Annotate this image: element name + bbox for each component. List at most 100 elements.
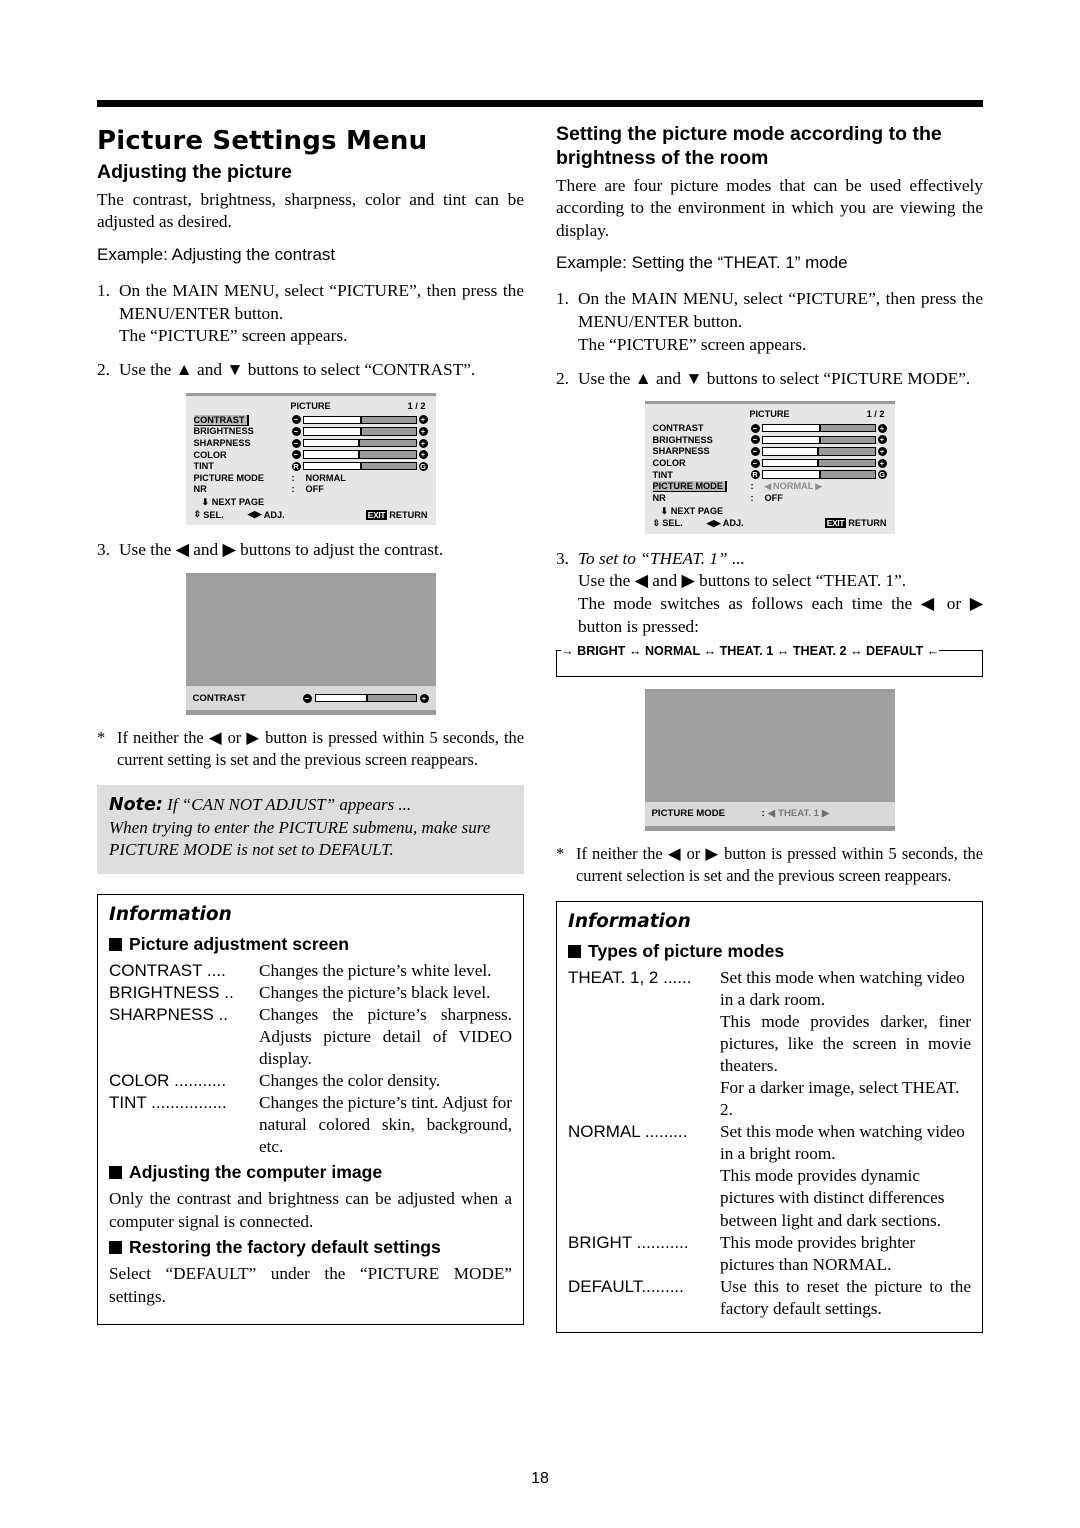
green-icon[interactable]: G bbox=[418, 461, 428, 471]
right-triangle-icon[interactable]: ▶ bbox=[815, 481, 822, 492]
osd-next-page-label: NEXT PAGE bbox=[211, 497, 265, 508]
osd-slider-tint[interactable]: R G bbox=[291, 461, 428, 471]
step-3-right-line2: The mode switches as follows each time t… bbox=[578, 594, 983, 637]
minus-icon[interactable]: − bbox=[302, 693, 312, 703]
osd-row-nr[interactable]: NR : OFF bbox=[653, 492, 887, 504]
definition-desc-theat-cont2: For a darker image, select THEAT. 2. bbox=[720, 1077, 960, 1120]
timeout-note-left-text: If neither the ◀ or ▶ button is pressed … bbox=[117, 728, 524, 769]
osd-slider-contrast[interactable]: − + bbox=[291, 415, 428, 425]
osd-foot-return[interactable]: EXIT RETURN bbox=[824, 518, 887, 529]
exit-button[interactable]: EXIT bbox=[365, 509, 388, 520]
minus-icon[interactable]: − bbox=[750, 446, 760, 456]
osd-row-picture-mode[interactable]: PICTURE MODE : ◀ NORMAL ▶ bbox=[652, 480, 887, 493]
definition-row-brightness: BRIGHTNESS .. Changes the picture’s blac… bbox=[109, 982, 512, 1004]
definition-row-sharpness: SHARPNESS .. Changes the picture’s sharp… bbox=[109, 1004, 512, 1070]
osd-foot-return[interactable]: EXIT RETURN bbox=[365, 509, 428, 520]
osd-footer: ⇳ SEL. ◀▶ ADJ. EXIT RETURN bbox=[194, 509, 428, 520]
note-first-line: Note: If “CAN NOT ADJUST” appears ... bbox=[109, 794, 512, 817]
osd-slider-tint[interactable]: R G bbox=[750, 470, 887, 480]
osd-row-picture-mode[interactable]: PICTURE MODE : NORMAL bbox=[194, 472, 428, 484]
definition-term-sharpness: SHARPNESS .. bbox=[109, 1004, 229, 1024]
definition-row-normal: NORMAL ......... Set this mode when watc… bbox=[568, 1121, 971, 1165]
right-triangle-icon[interactable]: ▶ bbox=[822, 808, 829, 819]
plus-icon[interactable]: + bbox=[418, 450, 428, 460]
slider-track bbox=[761, 458, 876, 468]
osd-value-nr-wrap: : OFF bbox=[292, 484, 428, 494]
minus-icon[interactable]: − bbox=[750, 458, 760, 468]
minus-icon[interactable]: − bbox=[750, 435, 760, 445]
osd-row-tint[interactable]: TINT R G bbox=[194, 460, 428, 472]
osd-row-tint[interactable]: TINT R G bbox=[653, 469, 887, 481]
left-right-arrow-icon: ◀▶ bbox=[706, 517, 721, 528]
osd-label-color: COLOR bbox=[193, 449, 227, 460]
picture-mode-value-selector[interactable]: : ◀ THEAT. 1 ▶ bbox=[762, 808, 888, 819]
osd-value-picture-mode: NORMAL bbox=[305, 472, 346, 483]
osd-row-sharpness[interactable]: SHARPNESS − + bbox=[653, 446, 887, 458]
picture-mode-definitions: THEAT. 1, 2 ...... Set this mode when wa… bbox=[568, 967, 971, 1321]
plus-icon[interactable]: + bbox=[877, 435, 887, 445]
screen-bottom-edge bbox=[185, 710, 436, 716]
osd-value-nr: OFF bbox=[305, 484, 324, 495]
plus-icon[interactable]: + bbox=[877, 423, 887, 433]
osd-row-nr[interactable]: NR : OFF bbox=[194, 484, 428, 496]
step-3-right-number: 3. bbox=[556, 548, 569, 568]
osd-slider-contrast[interactable]: − + bbox=[750, 423, 887, 433]
osd-picture-menu-right-wrap: PICTURE 1 / 2 CONTRAST − + BRIGHTNESS − … bbox=[556, 401, 983, 534]
slider-track bbox=[302, 461, 417, 471]
info-heading-types-of-modes-label: Types of picture modes bbox=[588, 940, 785, 961]
osd-slider-sharpness[interactable]: − + bbox=[291, 438, 428, 448]
plus-icon[interactable]: + bbox=[419, 693, 429, 703]
osd-row-color[interactable]: COLOR − + bbox=[194, 449, 428, 461]
info-heading-factory-default: Restoring the factory default settings bbox=[109, 1237, 512, 1258]
minus-icon[interactable]: − bbox=[291, 438, 301, 448]
exit-button[interactable]: EXIT bbox=[824, 518, 847, 529]
osd-slider-brightness[interactable]: − + bbox=[291, 426, 428, 436]
picture-adjustment-definitions: CONTRAST .... Changes the picture’s whit… bbox=[109, 960, 512, 1159]
contrast-slider[interactable]: − + bbox=[302, 693, 429, 703]
manual-page: Picture Settings Menu Adjusting the pict… bbox=[97, 100, 983, 1334]
osd-slider-color[interactable]: − + bbox=[291, 450, 428, 460]
minus-icon[interactable]: − bbox=[750, 423, 760, 433]
osd-slider-brightness[interactable]: − + bbox=[750, 435, 887, 445]
picture-mode-bar-line[interactable]: PICTURE MODE : ◀ THEAT. 1 ▶ bbox=[644, 801, 895, 826]
osd-foot-sel: ⇳ SEL. bbox=[194, 509, 224, 520]
plus-icon[interactable]: + bbox=[877, 446, 887, 456]
minus-icon[interactable]: − bbox=[291, 426, 301, 436]
plus-icon[interactable]: + bbox=[418, 438, 428, 448]
osd-row-brightness[interactable]: BRIGHTNESS − + bbox=[653, 434, 887, 446]
definition-term-default: DEFAULT......... bbox=[568, 1276, 684, 1296]
contrast-bar-line[interactable]: CONTRAST − + bbox=[185, 686, 436, 711]
osd-title: PICTURE bbox=[749, 409, 790, 420]
minus-icon[interactable]: − bbox=[291, 450, 301, 460]
red-icon[interactable]: R bbox=[750, 470, 760, 480]
definition-desc-theat: Set this mode when watching video in a d… bbox=[720, 967, 965, 1009]
osd-row-contrast[interactable]: CONTRAST − + bbox=[653, 422, 887, 434]
plus-icon[interactable]: + bbox=[418, 426, 428, 436]
contrast-adjust-screen-wrap: CONTRAST − + bbox=[97, 573, 524, 716]
osd-row-brightness[interactable]: BRIGHTNESS − + bbox=[194, 426, 428, 438]
left-triangle-icon[interactable]: ◀ bbox=[765, 481, 772, 492]
left-triangle-icon[interactable]: ◀ bbox=[768, 808, 775, 819]
osd-row-color[interactable]: COLOR − + bbox=[653, 457, 887, 469]
osd-label-brightness: BRIGHTNESS bbox=[193, 426, 254, 437]
osd-label-nr: NR bbox=[193, 484, 207, 495]
information-title-left: Information bbox=[109, 903, 232, 925]
osd-slider-color[interactable]: − + bbox=[750, 458, 887, 468]
green-icon[interactable]: G bbox=[877, 470, 887, 480]
picture-mode-screen: PICTURE MODE : ◀ THEAT. 1 ▶ bbox=[644, 688, 895, 831]
osd-row-contrast[interactable]: CONTRAST − + bbox=[193, 414, 428, 426]
osd-slider-sharpness[interactable]: − + bbox=[750, 446, 887, 456]
example-label: Example: Adjusting the contrast bbox=[97, 244, 336, 264]
osd-mode-selector[interactable]: ◀ NORMAL ▶ bbox=[765, 481, 822, 492]
osd-row-sharpness[interactable]: SHARPNESS − + bbox=[194, 437, 428, 449]
osd-label-picture-mode: PICTURE MODE bbox=[652, 481, 727, 493]
osd-next-page[interactable]: ⬇ NEXT PAGE bbox=[653, 506, 887, 517]
plus-icon[interactable]: + bbox=[418, 415, 428, 425]
osd-next-page[interactable]: ⬇ NEXT PAGE bbox=[194, 497, 428, 508]
colon: : bbox=[750, 492, 754, 503]
definition-term-blank bbox=[568, 1011, 720, 1077]
step-1-right-line1: On the MAIN MENU, select “PICTURE”, then… bbox=[578, 289, 983, 331]
red-icon[interactable]: R bbox=[291, 461, 301, 471]
minus-icon[interactable]: − bbox=[291, 415, 301, 425]
plus-icon[interactable]: + bbox=[877, 458, 887, 468]
